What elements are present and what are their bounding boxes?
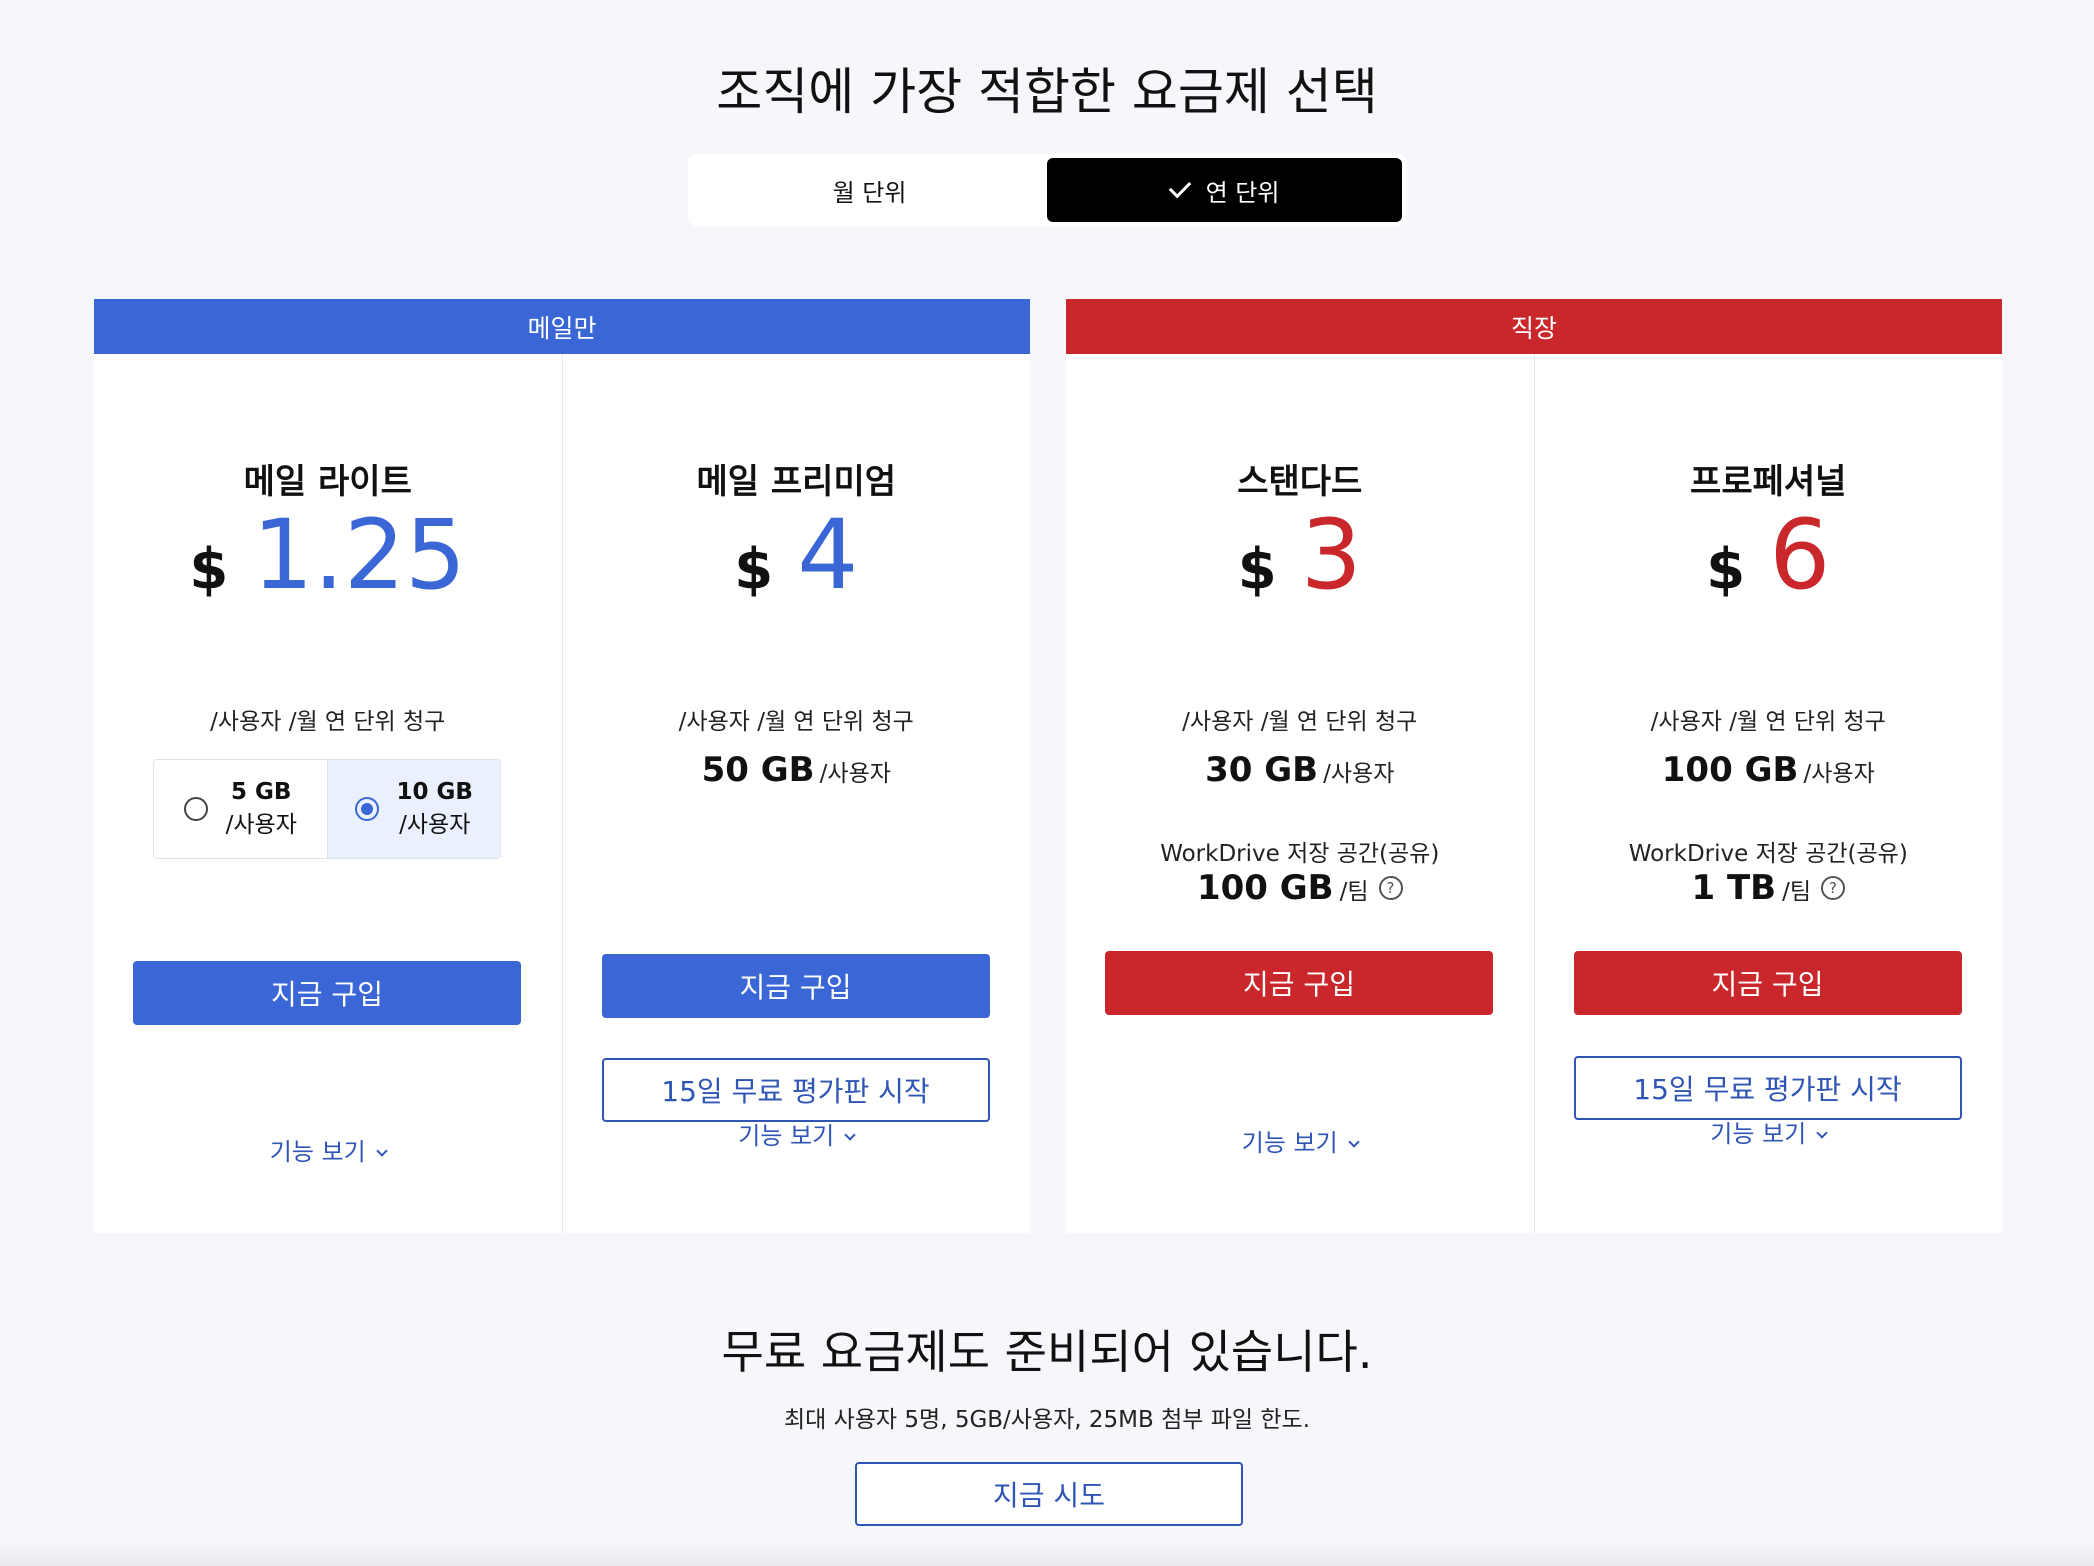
question-circle-icon[interactable]: ? [1378,876,1403,900]
storage-value: 30 GB [1205,750,1319,790]
radio-checked-icon[interactable] [354,797,379,821]
plan-professional: 프로페셔널 $ 6 /사용자 /월 연 단위 청구 100 GB /사용자 Wo… [1533,354,2003,1233]
bottom-shadow [0,1542,2094,1566]
view-features-link[interactable]: 기능 보기 [94,1132,562,1167]
storage-option-value: 10 GB [396,779,473,805]
billing-note: /사용자 /월 연 단위 청구 [1182,709,1418,735]
workdrive-unit: /팀 [1782,879,1812,905]
storage-amount: 30 GB /사용자 [1066,750,1534,790]
workdrive-label: WorkDrive 저장 공간(공유) [1160,841,1440,867]
view-features-link[interactable]: 기능 보기 [1066,1123,1534,1158]
storage-option-unit: /사용자 [399,812,471,838]
radio-unchecked-icon[interactable] [183,797,208,821]
storage-option-5gb[interactable]: 5 GB /사용자 [154,760,327,858]
view-features-link[interactable]: 기능 보기 [1535,1114,2003,1149]
buy-now-button[interactable]: 지금 구입 [1573,951,1962,1015]
plan-price: $ 1.25 [94,499,562,611]
question-circle-icon[interactable]: ? [1821,876,1846,900]
free-plan-title: 무료 요금제도 준비되어 있습니다. [721,1325,1373,1379]
billing-monthly-option[interactable]: 월 단위 [692,158,1047,222]
mail-only-group: 메일만 메일 라이트 $ 1.25 /사용자 /월 연 단위 청구 5 GB /… [94,299,1030,1233]
free-plan-subtitle: 최대 사용자 5명, 5GB/사용자, 25MB 첨부 파일 한도. [783,1407,1311,1433]
billing-note: /사용자 /월 연 단위 청구 [678,709,914,735]
workdrive-unit: /팀 [1339,879,1369,905]
view-features-label: 기능 보기 [1710,1120,1807,1148]
plan-mail-lite: 메일 라이트 $ 1.25 /사용자 /월 연 단위 청구 5 GB /사용자 [94,354,562,1233]
view-features-label: 기능 보기 [1241,1129,1338,1157]
workdrive-amount: 1 TB /팀 ? [1535,868,2003,908]
storage-option-value: 5 GB [231,779,292,805]
workdrive-value: 100 GB [1196,868,1334,908]
currency-symbol: $ [1706,537,1746,602]
price-amount: 3 [1300,499,1362,611]
start-trial-button[interactable]: 15일 무료 평가판 시작 [1573,1056,1962,1120]
price-amount: 6 [1769,499,1831,611]
billing-yearly-label: 연 단위 [1205,178,1280,207]
storage-unit: /사용자 [819,761,891,787]
plan-name: 스탠다드 [1237,462,1363,502]
currency-symbol: $ [734,537,774,602]
workdrive-amount: 100 GB /팀 ? [1066,868,1534,908]
plan-name: 메일 라이트 [243,462,412,502]
storage-option-unit: /사용자 [225,812,297,838]
plan-mail-premium: 메일 프리미엄 $ 4 /사용자 /월 연 단위 청구 50 GB /사용자 지… [561,354,1031,1233]
storage-value: 50 GB [701,750,815,790]
billing-toggle: 월 단위 연 단위 [688,154,1406,226]
storage-option-selector: 5 GB /사용자 10 GB /사용자 [153,759,501,859]
plan-standard: 스탠다드 $ 3 /사용자 /월 연 단위 청구 30 GB /사용자 Work… [1066,354,1534,1233]
page-title: 조직에 가장 적합한 요금제 선택 [716,63,1378,121]
storage-option-10gb[interactable]: 10 GB /사용자 [326,760,500,858]
storage-amount: 100 GB /사용자 [1535,750,2003,790]
workdrive-value: 1 TB [1691,868,1777,908]
storage-value: 100 GB [1661,750,1799,790]
plan-price: $ 4 [563,499,1031,611]
try-now-button[interactable]: 지금 시도 [855,1462,1243,1526]
currency-symbol: $ [1237,537,1277,602]
view-features-label: 기능 보기 [738,1122,835,1150]
buy-now-button[interactable]: 지금 구입 [1105,951,1493,1015]
billing-monthly-label: 월 단위 [832,178,907,207]
plan-price: $ 3 [1066,499,1534,611]
plan-price: $ 6 [1535,499,2003,611]
chevron-down-icon [376,1145,388,1157]
storage-amount: 50 GB /사용자 [563,750,1031,790]
billing-note: /사용자 /월 연 단위 청구 [1650,709,1886,735]
price-amount: 1.25 [252,499,467,611]
view-features-label: 기능 보기 [269,1138,366,1166]
buy-now-button[interactable]: 지금 구입 [133,961,521,1025]
check-icon [1168,175,1191,199]
workplace-header: 직장 [1066,299,2002,354]
chevron-down-icon [1816,1127,1828,1139]
billing-yearly-option[interactable]: 연 단위 [1047,158,1402,222]
chevron-down-icon [1348,1136,1360,1148]
price-amount: 4 [797,499,859,611]
plan-name: 메일 프리미엄 [696,462,897,502]
plan-name: 프로페셔널 [1690,462,1847,502]
buy-now-button[interactable]: 지금 구입 [601,954,990,1018]
view-features-link[interactable]: 기능 보기 [563,1116,1031,1151]
currency-symbol: $ [189,537,229,602]
chevron-down-icon [844,1129,856,1141]
storage-unit: /사용자 [1323,761,1395,787]
storage-unit: /사용자 [1803,761,1875,787]
workdrive-label: WorkDrive 저장 공간(공유) [1628,841,1908,867]
billing-note: /사용자 /월 연 단위 청구 [210,709,446,735]
mail-only-header: 메일만 [94,299,1030,354]
workplace-group: 직장 스탠다드 $ 3 /사용자 /월 연 단위 청구 30 GB /사용자 W… [1066,299,2002,1233]
start-trial-button[interactable]: 15일 무료 평가판 시작 [601,1058,990,1122]
